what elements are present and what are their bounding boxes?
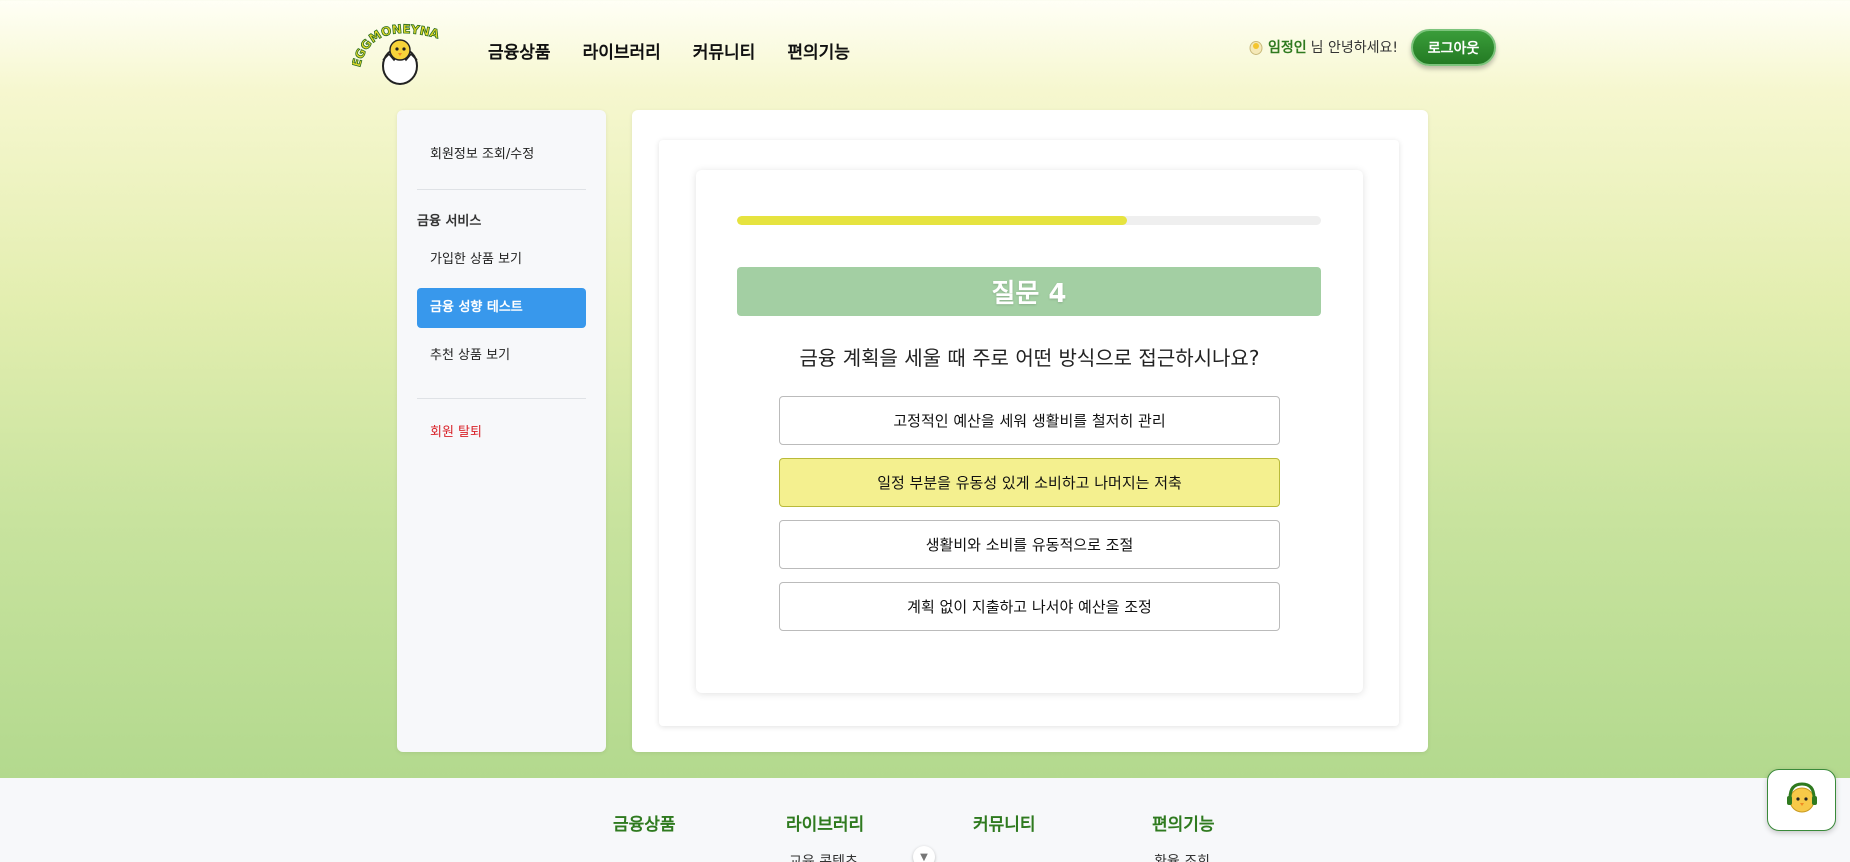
answer-option[interactable]: 생활비와 소비를 유동적으로 조절 xyxy=(779,520,1280,569)
progress-fill xyxy=(737,216,1127,225)
footer-link-exchange-rate[interactable]: 환율 조회 xyxy=(1154,851,1215,862)
footer-link-education[interactable]: 교육 콘텐츠 xyxy=(789,851,864,862)
footer-title[interactable]: 금융상품 xyxy=(613,810,676,835)
test-container: 질문 4 금융 계획을 세울 때 주로 어떤 방식으로 접근하시나요? 고정적인… xyxy=(659,140,1399,726)
footer-title[interactable]: 라이브러리 xyxy=(786,810,864,835)
site-header: EGGMONEYNA 금융상품 라이브러리 커뮤니티 편의기능 임정인 님 안녕… xyxy=(0,0,1850,100)
chick-headset-icon xyxy=(1782,778,1822,822)
progress-bar xyxy=(737,216,1321,225)
footer-col-community: 커뮤니티 xyxy=(973,810,1036,835)
answer-option[interactable]: 고정적인 예산을 세워 생활비를 철저히 관리 xyxy=(779,396,1280,445)
answer-options: 고정적인 예산을 세워 생활비를 철저히 관리 일정 부분을 유동성 있게 소비… xyxy=(779,396,1280,644)
sidebar-section-heading: 금융 서비스 xyxy=(417,214,482,229)
footer-title[interactable]: 편의기능 xyxy=(1152,810,1215,835)
footer-col-products: 금융상품 xyxy=(613,810,676,835)
answer-option[interactable]: 계획 없이 지출하고 나서야 예산을 조정 xyxy=(779,582,1280,631)
sidebar-item-withdraw[interactable]: 회원 탈퇴 xyxy=(417,413,586,453)
main-nav: 금융상품 라이브러리 커뮤니티 편의기능 xyxy=(488,38,850,63)
sidebar-item-recommended-products[interactable]: 추천 상품 보기 xyxy=(417,336,586,376)
nav-convenience[interactable]: 편의기능 xyxy=(787,38,850,63)
answer-option-selected[interactable]: 일정 부분을 유동성 있게 소비하고 나머지는 저축 xyxy=(779,458,1280,507)
nav-community[interactable]: 커뮤니티 xyxy=(693,38,756,63)
nav-financial-products[interactable]: 금융상품 xyxy=(488,38,551,63)
sidebar-item-financial-test[interactable]: 금융 성향 테스트 xyxy=(417,288,586,328)
sidebar-item-joined-products[interactable]: 가입한 상품 보기 xyxy=(417,240,586,280)
main-panel: 질문 4 금융 계획을 세울 때 주로 어떤 방식으로 접근하시나요? 고정적인… xyxy=(632,110,1428,752)
nav-library[interactable]: 라이브러리 xyxy=(583,38,661,63)
greeting-text: 님 안녕하세요! xyxy=(1310,40,1398,56)
sidebar: 회원정보 조회/수정 금융 서비스 가입한 상품 보기 금융 성향 테스트 추천… xyxy=(397,110,606,752)
user-name: 임정인 xyxy=(1268,40,1307,56)
question-text: 금융 계획을 세울 때 주로 어떤 방식으로 접근하시나요? xyxy=(799,346,1260,370)
footer-col-convenience: 편의기능 환율 조회 xyxy=(1152,810,1215,862)
question-card: 질문 4 금융 계획을 세울 때 주로 어떤 방식으로 접근하시나요? 고정적인… xyxy=(696,170,1363,693)
egg-chick-logo-icon[interactable]: EGGMONEYNA xyxy=(349,16,442,86)
footer-col-library: 라이브러리 교육 콘텐츠 xyxy=(786,810,864,862)
sidebar-divider xyxy=(417,398,586,399)
question-title: 질문 4 xyxy=(737,267,1321,316)
logout-button[interactable]: 로그아웃 xyxy=(1411,29,1496,66)
sidebar-divider xyxy=(417,189,586,190)
sidebar-item-profile[interactable]: 회원정보 조회/수정 xyxy=(417,135,586,175)
chatbot-button[interactable] xyxy=(1767,769,1836,831)
footer-title[interactable]: 커뮤니티 xyxy=(973,810,1036,835)
egg-icon xyxy=(1248,39,1264,55)
chevron-down-icon[interactable]: ▼ xyxy=(913,846,935,862)
user-greeting: 임정인 님 안녕하세요! xyxy=(1248,37,1398,57)
